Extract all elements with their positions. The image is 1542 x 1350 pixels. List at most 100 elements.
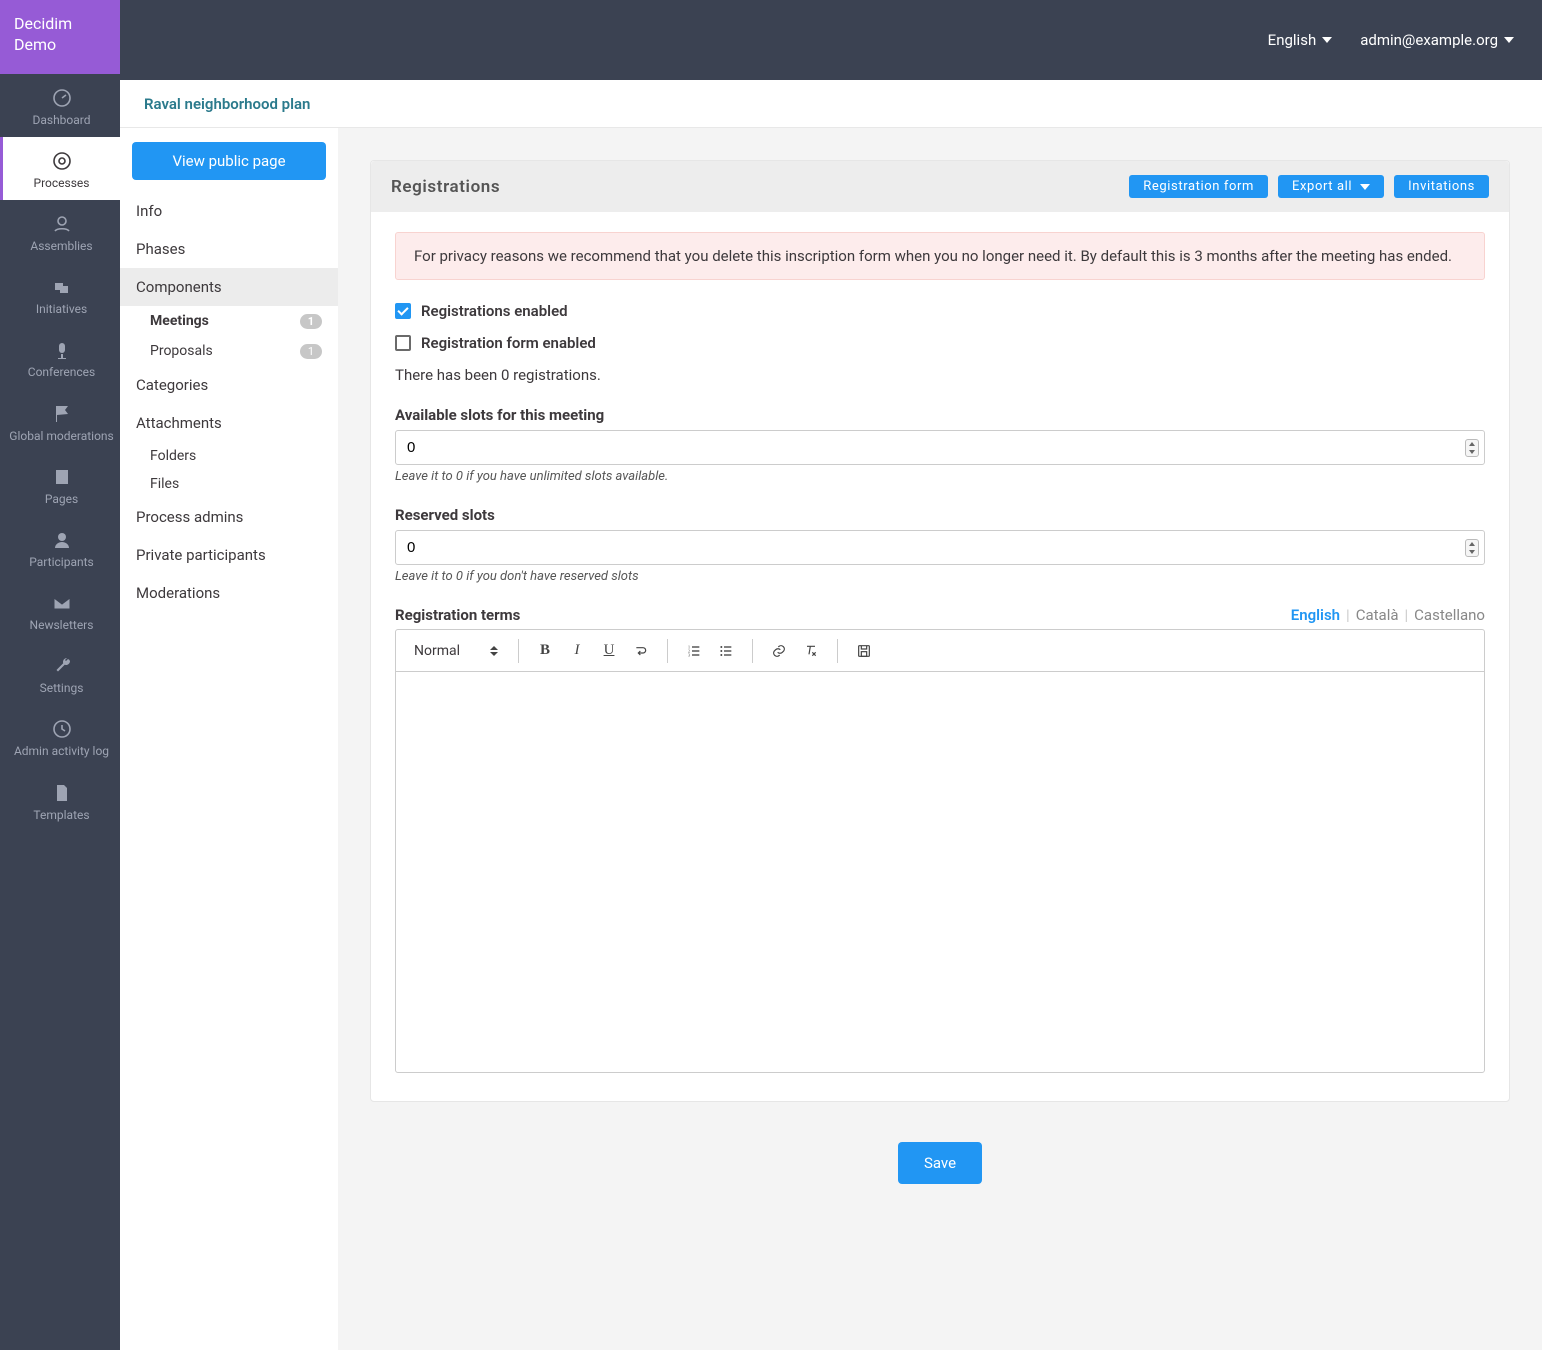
link-icon	[771, 643, 787, 659]
save-button[interactable]: Save	[898, 1142, 982, 1184]
registrations-enabled-checkbox[interactable]	[395, 303, 411, 319]
registration-form-enabled-row: Registration form enabled	[395, 334, 1485, 352]
nav-admin-activity-log[interactable]: Admin activity log	[0, 705, 120, 768]
nav-participants[interactable]: Participants	[0, 516, 120, 579]
nav-label: Assemblies	[30, 240, 92, 253]
page-title[interactable]: Raval neighborhood plan	[144, 95, 310, 113]
conferences-icon	[50, 338, 74, 362]
nav-label: Admin activity log	[14, 745, 109, 758]
sidebar-subitem-folders[interactable]: Folders	[120, 442, 338, 470]
dashboard-icon	[50, 86, 74, 110]
card-title: Registrations	[391, 177, 500, 197]
format-select-label: Normal	[414, 643, 460, 659]
sidebar-subitem-files[interactable]: Files	[120, 470, 338, 498]
available-slots-input[interactable]	[395, 430, 1485, 465]
clear-format-button[interactable]	[797, 637, 825, 665]
lang-tab-castellano[interactable]: Castellano	[1414, 606, 1485, 624]
line-break-icon	[633, 643, 649, 659]
envelope-icon	[50, 591, 74, 615]
user-label: admin@example.org	[1360, 31, 1498, 49]
initiatives-icon	[50, 275, 74, 299]
invitations-button[interactable]: Invitations	[1394, 175, 1489, 198]
sidebar-item-components[interactable]: Components	[120, 268, 338, 306]
bold-button[interactable]: B	[531, 637, 559, 665]
lang-tab-catala[interactable]: Català	[1356, 606, 1399, 624]
reserved-slots-field	[395, 530, 1485, 565]
language-label: English	[1268, 31, 1317, 49]
lang-tab-english[interactable]: English	[1291, 606, 1340, 624]
sidebar-item-process-admins[interactable]: Process admins	[120, 498, 338, 536]
format-select[interactable]: Normal	[406, 641, 506, 661]
brand-logo[interactable]: Decidim Demo	[0, 0, 120, 74]
separator: |	[1346, 606, 1350, 624]
sidebar-item-info[interactable]: Info	[120, 192, 338, 230]
sidebar-item-attachments[interactable]: Attachments	[120, 404, 338, 442]
link-button[interactable]	[765, 637, 793, 665]
toolbar-divider	[752, 639, 753, 663]
line-break-button[interactable]	[627, 637, 655, 665]
count-badge: 1	[300, 314, 322, 329]
nav-label: Templates	[33, 809, 89, 822]
available-slots-help: Leave it to 0 if you have unlimited slot…	[395, 469, 1485, 484]
nav-assemblies[interactable]: Assemblies	[0, 200, 120, 263]
nav-newsletters[interactable]: Newsletters	[0, 579, 120, 642]
nav-label: Newsletters	[30, 619, 94, 632]
caret-down-icon	[1504, 37, 1514, 43]
templates-icon	[50, 781, 74, 805]
clear-format-icon	[803, 643, 819, 659]
nav-initiatives[interactable]: Initiatives	[0, 263, 120, 326]
reserved-slots-label: Reserved slots	[395, 506, 1485, 524]
breadcrumb: Raval neighborhood plan	[120, 80, 1542, 128]
checkbox-label: Registrations enabled	[421, 302, 568, 320]
rich-text-editor: Normal B I U 123	[395, 629, 1485, 1073]
sidebar-subitem-meetings[interactable]: Meetings 1	[120, 306, 338, 336]
view-public-page-button[interactable]: View public page	[132, 142, 326, 180]
editor-body[interactable]	[396, 672, 1484, 1072]
registration-form-button[interactable]: Registration form	[1129, 175, 1268, 198]
save-icon	[856, 643, 872, 659]
italic-button[interactable]: I	[563, 637, 591, 665]
clock-icon	[50, 717, 74, 741]
top-bar: English admin@example.org	[120, 0, 1542, 80]
nav-conferences[interactable]: Conferences	[0, 326, 120, 389]
nav-templates[interactable]: Templates	[0, 769, 120, 832]
svg-text:3: 3	[688, 652, 690, 657]
nav-global-moderations[interactable]: Global moderations	[0, 390, 120, 453]
sidebar-item-label: Meetings	[150, 313, 209, 329]
nav-label: Processes	[34, 177, 90, 190]
reserved-slots-input[interactable]	[395, 530, 1485, 565]
nav-pages[interactable]: Pages	[0, 453, 120, 516]
save-icon-button[interactable]	[850, 637, 878, 665]
registration-terms-label: Registration terms	[395, 606, 520, 624]
nav-label: Initiatives	[36, 303, 87, 316]
count-badge: 1	[300, 344, 322, 359]
sidebar-item-categories[interactable]: Categories	[120, 366, 338, 404]
sidebar-item-moderations[interactable]: Moderations	[120, 574, 338, 612]
button-label: Export all	[1292, 179, 1352, 194]
stepper-icon[interactable]	[1465, 539, 1479, 557]
reserved-slots-help: Leave it to 0 if you don't have reserved…	[395, 569, 1485, 584]
sidebar-item-phases[interactable]: Phases	[120, 230, 338, 268]
nav-processes[interactable]: Processes	[0, 137, 120, 200]
unordered-list-button[interactable]	[712, 637, 740, 665]
registrations-card: Registrations Registration form Export a…	[370, 160, 1510, 1102]
user-dropdown[interactable]: admin@example.org	[1360, 31, 1514, 49]
registrations-count-text: There has been 0 registrations.	[395, 366, 1485, 384]
ordered-list-button[interactable]: 123	[680, 637, 708, 665]
sidebar-item-private-participants[interactable]: Private participants	[120, 536, 338, 574]
nav-settings[interactable]: Settings	[0, 642, 120, 705]
language-dropdown[interactable]: English	[1268, 31, 1333, 49]
stepper-icon[interactable]	[1465, 439, 1479, 457]
nav-label: Participants	[29, 556, 93, 569]
wrench-icon	[50, 654, 74, 678]
registration-form-enabled-checkbox[interactable]	[395, 335, 411, 351]
nav-dashboard[interactable]: Dashboard	[0, 74, 120, 137]
sidebar-subitem-proposals[interactable]: Proposals 1	[120, 336, 338, 366]
underline-button[interactable]: U	[595, 637, 623, 665]
nav-label: Dashboard	[32, 114, 90, 127]
checkbox-label: Registration form enabled	[421, 334, 596, 352]
card-header: Registrations Registration form Export a…	[371, 161, 1509, 212]
privacy-alert: For privacy reasons we recommend that yo…	[395, 232, 1485, 280]
available-slots-label: Available slots for this meeting	[395, 406, 1485, 424]
export-all-button[interactable]: Export all	[1278, 175, 1384, 198]
